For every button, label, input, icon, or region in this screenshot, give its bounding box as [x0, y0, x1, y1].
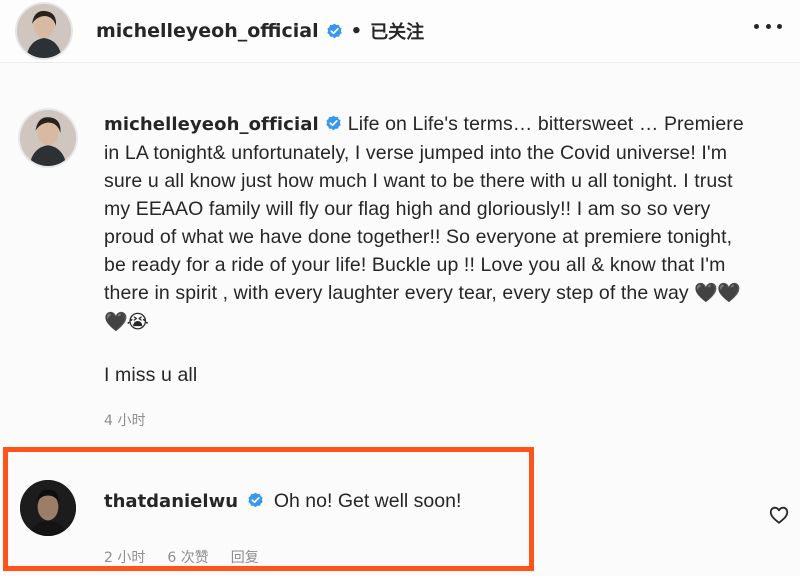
caption-second-line: I miss u all [104, 364, 198, 386]
caption-username[interactable]: michelleyeoh_official [104, 114, 319, 135]
verified-badge-icon [326, 23, 343, 40]
post-header: michelleyeoh_official • 已关注 [0, 0, 800, 63]
follow-status-button[interactable]: 已关注 [370, 18, 424, 44]
post-caption: michelleyeoh_official Life on Life's term… [20, 110, 780, 435]
verified-badge-icon [325, 112, 342, 131]
more-options-icon[interactable] [754, 22, 782, 30]
comment-likes-count[interactable]: 6 次赞 [167, 547, 208, 567]
header-avatar[interactable] [17, 4, 71, 58]
caption-body: michelleyeoh_official Life on Life's term… [104, 110, 754, 435]
comment-item: thatdanielwu Oh no! Get well soon! 2 小时 … [20, 480, 461, 567]
header-username[interactable]: michelleyeoh_official [96, 20, 319, 42]
comment-line: thatdanielwu Oh no! Get well soon! [104, 490, 461, 513]
caption-avatar[interactable] [20, 110, 76, 166]
caption-text: Life on Life's terms… bittersweet … Prem… [104, 113, 750, 304]
verified-badge-icon [247, 492, 264, 509]
caption-timestamp[interactable]: 4 小时 [104, 407, 754, 435]
comment-reply-button[interactable]: 回复 [231, 547, 259, 567]
header-separator: • [350, 20, 363, 42]
heart-outline-icon[interactable] [768, 504, 790, 526]
comment-timestamp[interactable]: 2 小时 [104, 547, 145, 567]
comment-text: Oh no! Get well soon! [273, 490, 462, 512]
comment-avatar[interactable] [20, 480, 76, 536]
instagram-post-view: michelleyeoh_official • 已关注 michelleyeoh… [0, 0, 800, 576]
caption-paragraph: michelleyeoh_official Life on Life's term… [104, 110, 754, 337]
comment-body: thatdanielwu Oh no! Get well soon! 2 小时 … [104, 490, 461, 567]
comment-meta: 2 小时 6 次赞 回复 [104, 547, 461, 567]
comment-username[interactable]: thatdanielwu [104, 491, 238, 512]
